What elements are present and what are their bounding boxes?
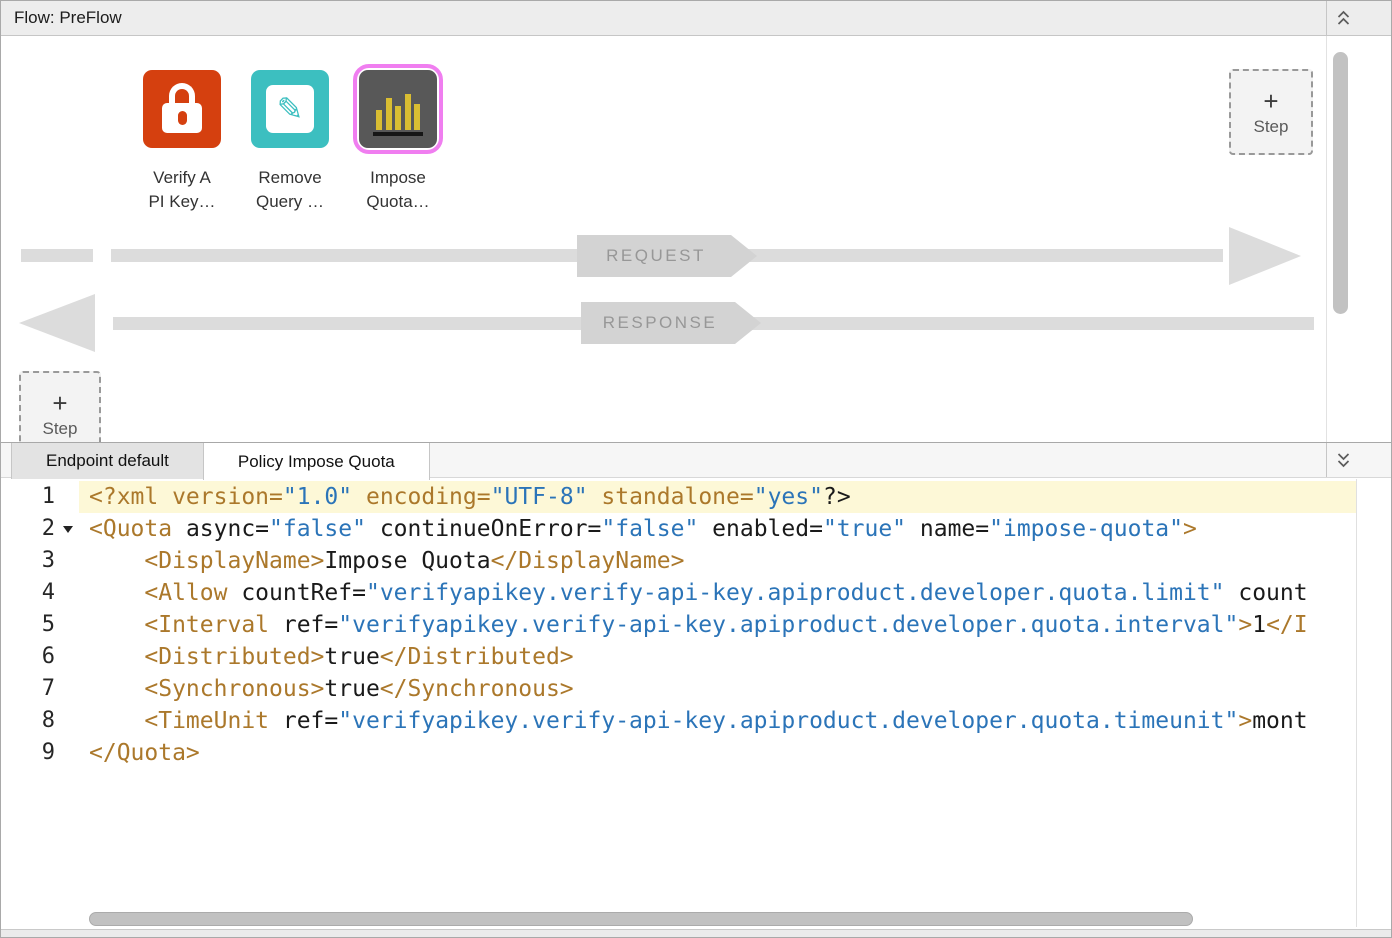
code-line[interactable]: 3 <DisplayName>Impose Quota</DisplayName…	[1, 545, 1356, 577]
code-text: <Interval ref="verifyapikey.verify-api-k…	[79, 609, 1356, 641]
chevrons-up-icon	[1336, 10, 1351, 26]
fold-gutter	[59, 577, 79, 609]
code-text: <Quota async="false" continueOnError="fa…	[79, 513, 1356, 545]
code-text: </Quota>	[79, 737, 1356, 769]
request-arrowhead-icon	[1229, 227, 1301, 285]
line-number: 3	[1, 545, 59, 577]
pencil-glyph: ✎	[277, 93, 304, 125]
line-number: 5	[1, 609, 59, 641]
code-line[interactable]: 6 <Distributed>true</Distributed>	[1, 641, 1356, 673]
line-number: 4	[1, 577, 59, 609]
code-text: <Distributed>true</Distributed>	[79, 641, 1356, 673]
fold-gutter	[59, 673, 79, 705]
line-number: 6	[1, 641, 59, 673]
code-line[interactable]: 1 <?xml version="1.0" encoding="UTF-8" st…	[1, 481, 1356, 513]
flow-canvas: Verify API Key… ✎ RemoveQuery … ImposeQuota…	[1, 36, 1391, 442]
code-line[interactable]: 4 <Allow countRef="verifyapikey.verify-a…	[1, 577, 1356, 609]
code-text: <TimeUnit ref="verifyapikey.verify-api-k…	[79, 705, 1356, 737]
request-line-stub	[21, 249, 93, 262]
code-line[interactable]: 9 </Quota>	[1, 737, 1356, 769]
line-number: 1	[1, 481, 59, 513]
lock-icon[interactable]	[143, 70, 221, 148]
flow-steps: Verify API Key… ✎ RemoveQuery … ImposeQuota…	[135, 64, 445, 214]
request-label: REQUEST	[606, 246, 706, 266]
add-step-button-response[interactable]: + Step	[19, 371, 101, 442]
add-step-label: Step	[1254, 117, 1289, 137]
code-text: <Allow countRef="verifyapikey.verify-api…	[79, 577, 1356, 609]
selection-outline	[353, 64, 443, 154]
chevrons-down-icon	[1336, 452, 1351, 468]
flow-step-verify-api-key[interactable]: Verify API Key…	[135, 64, 229, 214]
add-step-button[interactable]: + Step	[1229, 69, 1313, 155]
response-badge: RESPONSE	[581, 302, 761, 344]
fold-gutter	[59, 737, 79, 769]
code-line[interactable]: 2 <Quota async="false" continueOnError="f…	[1, 513, 1356, 545]
tab-endpoint-default[interactable]: Endpoint default	[11, 443, 203, 479]
plus-icon: +	[52, 390, 67, 416]
code-line[interactable]: 7 <Synchronous>true</Synchronous>	[1, 673, 1356, 705]
line-number: 2	[1, 513, 59, 545]
plus-icon: +	[1263, 88, 1278, 114]
step-label: ImposeQuota…	[366, 166, 429, 214]
tab-policy-impose-quota[interactable]: Policy Impose Quota	[203, 443, 430, 480]
icon-frame	[137, 64, 227, 154]
flow-title: Flow: PreFlow	[14, 8, 122, 28]
editor-tab-bar: Endpoint defaultPolicy Impose Quota	[1, 442, 1391, 478]
code-editor[interactable]: 1 <?xml version="1.0" encoding="UTF-8" st…	[1, 479, 1356, 907]
window-footer	[1, 929, 1391, 938]
step-label: Verify API Key…	[148, 166, 215, 214]
code-text: <?xml version="1.0" encoding="UTF-8" sta…	[79, 481, 1356, 513]
bar-chart-icon[interactable]	[359, 70, 437, 148]
code-line[interactable]: 8 <TimeUnit ref="verifyapikey.verify-api…	[1, 705, 1356, 737]
api-proxy-editor-window: Flow: PreFlow Verify API Key… ✎ RemoveQuer…	[0, 0, 1392, 938]
response-label: RESPONSE	[603, 313, 717, 333]
fold-caret-icon[interactable]	[59, 513, 79, 545]
code-lines: 1 <?xml version="1.0" encoding="UTF-8" st…	[1, 481, 1356, 769]
flow-step-impose-quota[interactable]: ImposeQuota…	[351, 64, 445, 214]
step-label: RemoveQuery …	[256, 166, 324, 214]
fold-gutter	[59, 641, 79, 673]
icon-frame: ✎	[245, 64, 335, 154]
flow-step-remove-query-param[interactable]: ✎ RemoveQuery …	[243, 64, 337, 214]
fold-gutter	[59, 705, 79, 737]
request-badge: REQUEST	[577, 235, 757, 277]
line-number: 9	[1, 737, 59, 769]
collapse-flow-button[interactable]	[1326, 1, 1391, 35]
add-step-label: Step	[43, 419, 78, 439]
code-text: <DisplayName>Impose Quota</DisplayName>	[79, 545, 1356, 577]
horizontal-scrollbar-thumb[interactable]	[89, 912, 1193, 926]
flow-header: Flow: PreFlow	[1, 1, 1391, 36]
code-line[interactable]: 5 <Interval ref="verifyapikey.verify-api…	[1, 609, 1356, 641]
editor-tabs: Endpoint defaultPolicy Impose Quota	[11, 443, 430, 479]
code-text: <Synchronous>true</Synchronous>	[79, 673, 1356, 705]
editor-scrollbar-track	[1356, 479, 1357, 927]
fold-gutter	[59, 545, 79, 577]
flow-scrollbar-track	[1326, 36, 1327, 442]
pencil-icon[interactable]: ✎	[251, 70, 329, 148]
flow-scrollbar-thumb[interactable]	[1333, 52, 1348, 314]
line-number: 7	[1, 673, 59, 705]
fold-gutter	[59, 481, 79, 513]
fold-gutter	[59, 609, 79, 641]
collapse-editor-button[interactable]	[1326, 443, 1391, 477]
response-arrowhead-icon	[19, 294, 95, 352]
line-number: 8	[1, 705, 59, 737]
